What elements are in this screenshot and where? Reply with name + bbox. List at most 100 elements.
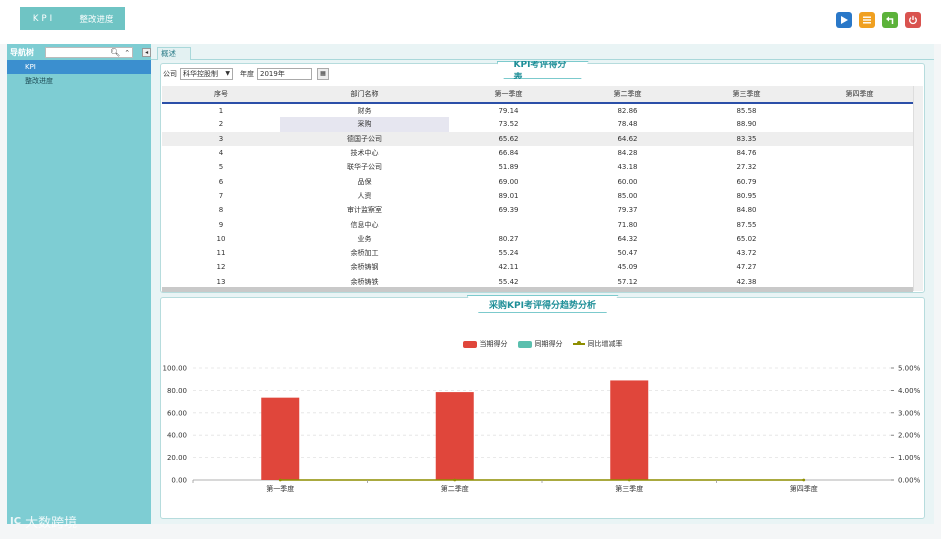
column-header-index[interactable]: 序号	[162, 86, 280, 104]
legend-swatch-yoy	[572, 341, 585, 345]
table-cell-q2: 45.09	[617, 263, 638, 272]
table-row[interactable]: 8 审计监察室 69.39 79.37 84.80	[162, 203, 913, 217]
legend-item-same-period[interactable]: 同期得分	[517, 339, 563, 349]
bar-current[interactable]	[610, 380, 649, 480]
table-cell-index: 9	[218, 220, 224, 229]
line-point-yoy[interactable]	[453, 478, 457, 482]
table-cell-q4	[806, 217, 913, 231]
table-cell-q4	[806, 246, 913, 260]
table-body: 1 财务 79.14 82.86 85.58 2 采购 73.52 78.48 88.90 3 德国子…	[162, 103, 913, 289]
sidebar-collapse-button[interactable]: ◂	[142, 47, 151, 57]
y-right-tick-label: 2.00%	[898, 432, 921, 440]
table-cell-dept: 余桥加工	[350, 249, 379, 258]
table-cell-index: 3	[162, 131, 280, 146]
table-cell-q3: 65.02	[736, 234, 757, 243]
table-cell-dept: 技术中心	[350, 149, 379, 158]
table-row[interactable]: 9 信息中心 71.80 87.55	[162, 217, 913, 231]
column-header-q3[interactable]: 第三季度	[687, 86, 806, 104]
search-icon[interactable]: 🔍︎	[110, 48, 120, 58]
vertical-scrollbar[interactable]	[913, 86, 923, 291]
topnav-kpi[interactable]: KPI	[20, 7, 68, 30]
table-cell-q4	[806, 260, 913, 274]
top-nav: KPI 整改进度	[20, 7, 125, 30]
table-cell-dept: 业务	[357, 234, 372, 243]
table-cell-q3: 83.35	[687, 131, 806, 146]
menu-icon[interactable]	[859, 12, 875, 28]
sidebar-search-input[interactable]: 🔍︎ ⌃	[45, 46, 134, 58]
table-header-row: 序号 部门名称 第一季度 第二季度 第三季度 第四季度	[162, 86, 913, 104]
table-row[interactable]: 1 财务 79.14 82.86 85.58	[162, 103, 913, 117]
app-root: KPI 整改进度 导航树 🔍︎ ⌃ ◂ KPI 整改进度 概述 KPI考评得分表…	[0, 0, 941, 539]
column-header-dept[interactable]: 部门名称	[280, 86, 449, 104]
table-cell-q2: 50.47	[617, 249, 638, 258]
table-cell-q3: 88.90	[736, 120, 757, 129]
table-row[interactable]: 7 人资 89.01 85.00 80.95	[162, 189, 913, 203]
back-icon[interactable]	[882, 12, 898, 28]
table-cell-index: 5	[218, 163, 224, 172]
table-cell-q3: 47.27	[736, 263, 757, 272]
table-cell-q2: 84.28	[617, 149, 638, 158]
x-tick-label: 第三季度	[615, 484, 643, 493]
topnav-rectification[interactable]: 整改进度	[68, 7, 125, 30]
line-point-yoy[interactable]	[627, 478, 631, 482]
bar-current[interactable]	[261, 397, 300, 480]
legend-swatch-current	[462, 340, 477, 348]
table-cell-q1: 80.27	[498, 234, 519, 243]
collapse-up-icon[interactable]: ⌃	[124, 48, 130, 58]
table-row[interactable]: 2 采购 73.52 78.48 88.90	[162, 117, 913, 132]
play-icon[interactable]	[836, 12, 852, 28]
chevron-down-icon: ▼	[225, 70, 230, 77]
column-header-q1[interactable]: 第一季度	[449, 86, 568, 104]
table-cell-dept: 联华子公司	[347, 163, 382, 172]
legend-item-current[interactable]: 当期得分	[462, 339, 508, 349]
line-point-yoy[interactable]	[802, 478, 806, 482]
table-cell-q2: 43.18	[617, 163, 638, 172]
table-cell-q2: 78.48	[617, 120, 638, 129]
line-point-yoy[interactable]	[278, 478, 282, 482]
y-left-tick-label: 20.00	[167, 454, 187, 462]
table-row[interactable]: 4 技术中心 66.84 84.28 84.76	[162, 146, 913, 160]
tab-overview[interactable]: 概述	[157, 47, 191, 60]
table-title: KPI考评得分表	[496, 61, 589, 79]
y-left-tick-label: 0.00	[171, 477, 187, 485]
column-header-q4[interactable]: 第四季度	[806, 86, 913, 104]
legend-swatch-same-period	[517, 340, 532, 348]
y-right-tick-label: 1.00%	[898, 454, 921, 462]
table-cell-q4	[806, 131, 913, 146]
sidebar-item-kpi[interactable]: KPI	[7, 60, 151, 74]
bar-current[interactable]	[435, 392, 474, 480]
sidebar-item-rectification[interactable]: 整改进度	[7, 74, 151, 88]
power-icon[interactable]	[905, 12, 921, 28]
table-cell-dept: 余桥铸钢	[350, 263, 379, 272]
year-input[interactable]: 2019年	[257, 67, 312, 80]
table-cell-q1: 65.62	[449, 131, 568, 146]
table-cell-q4	[806, 160, 913, 174]
table-row[interactable]: 10 业务 80.27 64.32 65.02	[162, 232, 913, 246]
table-row[interactable]: 6 品保 69.00 60.00 60.79	[162, 174, 913, 188]
table-cell-q4	[806, 103, 913, 117]
table-row[interactable]: 5 联华子公司 51.89 43.18 27.32	[162, 160, 913, 174]
sidebar: 导航树 🔍︎ ⌃ ◂ KPI 整改进度	[7, 44, 151, 524]
column-header-q2[interactable]: 第二季度	[568, 86, 687, 104]
legend-item-yoy[interactable]: 同比增减率	[572, 339, 623, 349]
table-row[interactable]: 3 德国子公司 65.62 64.62 83.35	[162, 131, 913, 146]
table-cell-q4	[806, 203, 913, 217]
table-cell-q4	[806, 232, 913, 246]
calendar-icon[interactable]: ▦	[317, 67, 329, 80]
table-row[interactable]: 12 余桥铸钢 42.11 45.09 47.27	[162, 260, 913, 274]
trend-chart: 0.00 20.00 40.00 60.00 80.00 100.00 0.00% 1.00%…	[163, 365, 921, 494]
table-cell-q1: 51.89	[498, 163, 519, 172]
table-cell-q2: 60.00	[617, 177, 638, 186]
table-cell-dept: 品保	[357, 177, 372, 186]
company-select[interactable]: 科华控股制 ▼	[180, 67, 233, 80]
legend-label-current: 当期得分	[479, 340, 508, 348]
horizontal-scrollbar[interactable]	[162, 287, 913, 292]
table-cell-q2: 82.86	[617, 106, 638, 115]
filter-bar: 公司 科华控股制 ▼ 年度 2019年 ▦	[163, 67, 329, 80]
table-cell-index: 10	[216, 234, 226, 243]
table-cell-q4	[806, 117, 913, 131]
table-cell-index: 7	[218, 191, 224, 200]
x-tick-label: 第二季度	[441, 484, 469, 493]
table-cell-q1: 55.24	[498, 249, 519, 258]
table-row[interactable]: 11 余桥加工 55.24 50.47 43.72	[162, 246, 913, 260]
